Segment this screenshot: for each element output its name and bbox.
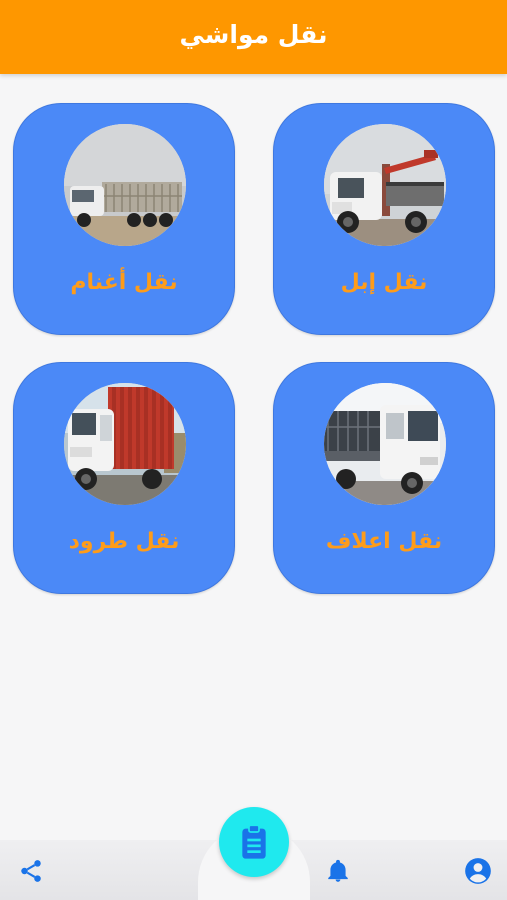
service-label: نقل طرود (68, 529, 180, 554)
service-card-parcels[interactable]: نقل طرود (13, 362, 235, 594)
app-bar: نقل مواشي (0, 0, 507, 74)
crane-truck-photo (324, 124, 446, 246)
service-card-feed[interactable]: نقل اعلاف (273, 362, 495, 594)
service-label: نقل أغنام (70, 270, 178, 295)
service-label: نقل اعلاف (325, 529, 443, 554)
service-card-sheep[interactable]: نقل أغنام (13, 103, 235, 335)
profile-icon[interactable] (464, 857, 492, 889)
share-icon[interactable] (18, 858, 44, 888)
flatbed-truck-photo (324, 383, 446, 505)
page-title: نقل مواشي (179, 19, 328, 49)
service-card-camels[interactable]: نقل إبل (273, 103, 495, 335)
service-label: نقل إبل (340, 270, 428, 295)
clipboard-icon (242, 824, 266, 859)
livestock-trailer-truck-photo (64, 124, 186, 246)
box-truck-photo (64, 383, 186, 505)
orders-fab-button[interactable] (219, 807, 289, 877)
notification-bell-icon[interactable] (325, 858, 351, 888)
